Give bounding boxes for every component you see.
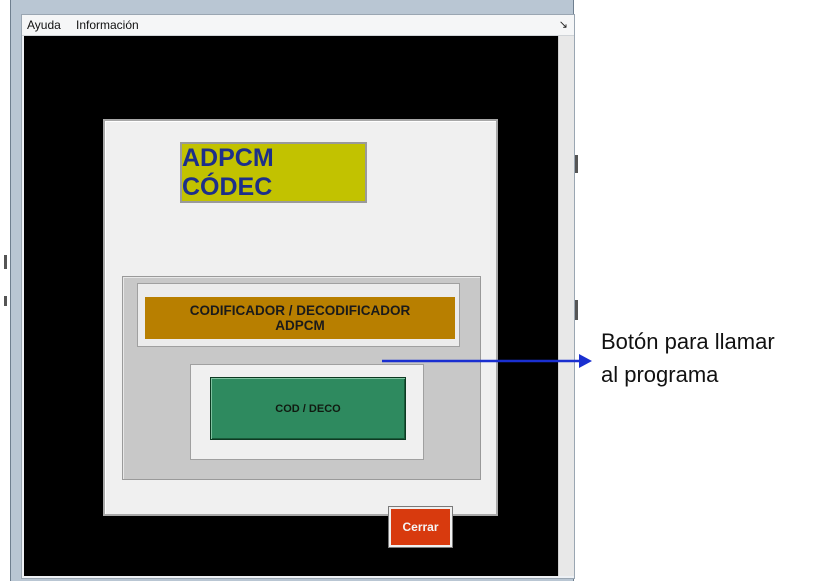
callout-line2: al programa [601, 362, 719, 387]
arrow-head-icon [579, 354, 592, 368]
annotation-arrow [382, 354, 592, 368]
callout-annotation: Botón para llamar al programa [601, 325, 816, 391]
callout-line1: Botón para llamar [601, 329, 775, 354]
